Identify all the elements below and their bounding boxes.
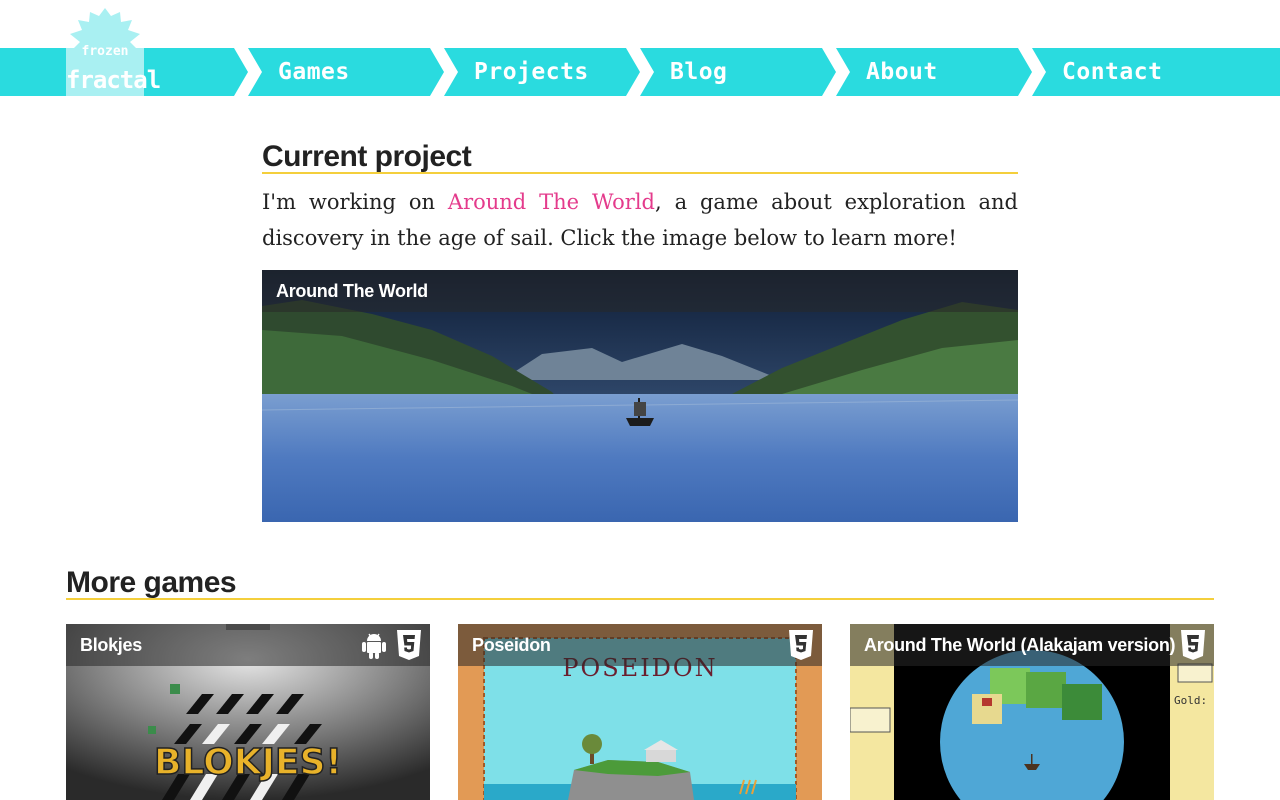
card-title: Blokjes	[80, 634, 142, 655]
current-project-heading: Current project	[262, 140, 472, 173]
html5-icon	[789, 630, 813, 660]
nav-item-label: Projects	[474, 59, 589, 85]
site-logo[interactable]: frozen fractal	[66, 6, 161, 96]
game-card-blokjes[interactable]: BLOKJES! Blokjes	[66, 624, 430, 800]
around-the-world-link[interactable]: Around The World	[448, 190, 655, 214]
more-games-heading: More games	[66, 566, 237, 599]
platform-icons	[360, 629, 422, 661]
nav-item-label: Blog	[670, 59, 728, 85]
android-icon	[362, 633, 386, 659]
nav-item-games[interactable]: Games	[248, 48, 444, 96]
gold-label: Gold:	[1174, 694, 1207, 707]
logo-text-bottom: fractal	[66, 66, 161, 94]
nav-item-blog[interactable]: Blog	[640, 48, 836, 96]
nav-item-projects[interactable]: Projects	[444, 48, 640, 96]
card-title: Around The World	[276, 280, 428, 301]
card-title: Around The World (Alakajam version)	[864, 634, 1176, 655]
description-text: I'm working on	[262, 190, 448, 214]
heading-underline	[262, 172, 1018, 174]
html5-icon	[1181, 630, 1205, 660]
card-title-bar: Around The World	[262, 270, 1018, 312]
nav-item-label: Contact	[1062, 59, 1163, 85]
card-title-bar: Poseidon	[458, 624, 822, 666]
html5-icon	[397, 630, 421, 660]
platform-icons	[788, 629, 814, 661]
platform-icons	[1180, 629, 1206, 661]
game-card-poseidon[interactable]: POSEIDON Poseidon	[458, 624, 822, 800]
heading-underline	[66, 598, 1214, 600]
nav-item-contact[interactable]: Contact	[1032, 48, 1280, 96]
current-project-card[interactable]: Around The World	[262, 270, 1018, 522]
nav-item-about[interactable]: About	[836, 48, 1032, 96]
nav-item-label: About	[866, 59, 938, 85]
card-title-bar: Around The World (Alakajam version)	[850, 624, 1214, 666]
card-title: Poseidon	[472, 634, 551, 655]
nav-item-label: Games	[278, 59, 350, 85]
game-card-around-the-world-alakajam[interactable]: Gold: Around The World (Alakajam version…	[850, 624, 1214, 800]
blokjes-logo-text: BLOKJES!	[154, 742, 342, 783]
logo-text-top: frozen	[81, 44, 129, 59]
current-project-description: I'm working on Around The World, a game …	[262, 184, 1018, 256]
